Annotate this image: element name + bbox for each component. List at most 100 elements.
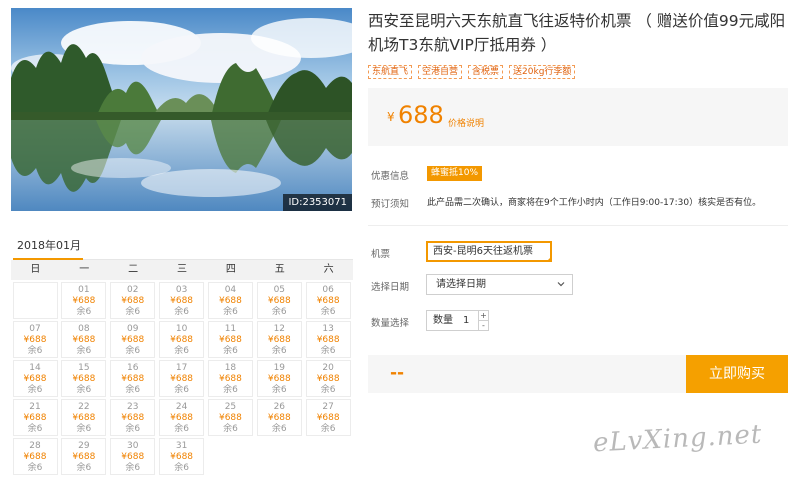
calendar-weekday-row: 日 一 二 三 四 五 六: [11, 260, 353, 280]
calendar-day-cell[interactable]: 31 ¥688 余6: [159, 438, 205, 475]
quantity-inner-label: 数量: [433, 315, 453, 326]
weekday-label: 三: [177, 264, 187, 275]
day-stock: 余6: [27, 385, 43, 395]
day-price: ¥688: [218, 413, 242, 423]
day-number: 06: [322, 285, 334, 295]
day-number: 10: [175, 324, 188, 334]
day-price: ¥688: [72, 452, 96, 462]
day-price: ¥688: [23, 452, 47, 462]
day-number: 08: [78, 324, 90, 334]
calendar-day-cell[interactable]: 26 ¥688 余6: [256, 399, 302, 436]
day-price: ¥688: [72, 374, 96, 384]
calendar-day-cell[interactable]: 15 ¥688 余6: [61, 360, 107, 397]
day-stock: 余6: [125, 424, 141, 434]
day-price: ¥688: [316, 413, 340, 423]
day-number: 04: [224, 285, 237, 295]
calendar-day-cell[interactable]: 27 ¥688 余6: [305, 399, 351, 436]
day-number: 31: [175, 441, 188, 451]
quantity-stepper[interactable]: 数量 1 + -: [426, 310, 489, 331]
calendar-day-cell[interactable]: 14 ¥688 余6: [12, 360, 58, 397]
date-select[interactable]: 请选择日期: [426, 274, 573, 295]
day-price: ¥688: [23, 374, 47, 384]
calendar-day-cell[interactable]: 24 ¥688 余6: [159, 399, 205, 436]
selected-corner-icon: [546, 256, 552, 262]
day-stock: 余6: [271, 424, 287, 434]
calendar-day-cell[interactable]: 21 ¥688 余6: [12, 399, 58, 436]
day-number: 28: [29, 441, 41, 451]
day-number: 25: [224, 402, 237, 412]
day-number: 12: [273, 324, 286, 334]
calendar-day-cell[interactable]: 09 ¥688 余6: [110, 321, 156, 358]
day-stock: 余6: [27, 463, 43, 473]
calendar-day-cell[interactable]: 20 ¥688 余6: [305, 360, 351, 397]
day-price: ¥688: [316, 296, 340, 306]
quantity-minus-button[interactable]: -: [478, 321, 488, 331]
product-title: 西安至昆明六天东航直飞往返特价机票 （ 赠送价值99元咸阳机场T3东航VIP厅抵…: [368, 12, 786, 54]
calendar-day-cell[interactable]: 08 ¥688 余6: [61, 321, 107, 358]
total-price: --: [390, 363, 405, 383]
day-stock: 余6: [27, 424, 43, 434]
promo-label: 优惠信息: [371, 171, 410, 182]
calendar-day-cell[interactable]: 18 ¥688 余6: [207, 360, 253, 397]
day-price: ¥688: [23, 413, 47, 423]
date-label: 选择日期: [371, 282, 410, 293]
day-number: 05: [273, 285, 286, 295]
price-note-link[interactable]: 价格说明: [448, 116, 484, 129]
day-price: ¥688: [121, 452, 145, 462]
day-number: 19: [273, 363, 286, 373]
quantity-plus-button[interactable]: +: [478, 311, 488, 321]
buy-now-button[interactable]: 立即购买: [686, 355, 788, 393]
day-stock: 余6: [320, 307, 336, 317]
calendar-month-tab[interactable]: 2018年01月: [13, 238, 83, 260]
ticket-label: 机票: [371, 249, 391, 260]
day-stock: 余6: [174, 463, 189, 473]
day-stock: 余6: [174, 307, 189, 317]
day-price: ¥688: [218, 374, 242, 384]
day-number: 18: [224, 363, 237, 373]
calendar-day-cell[interactable]: 12 ¥688 余6: [256, 321, 302, 358]
calendar-day-cell[interactable]: 05 ¥688 余6: [256, 282, 302, 319]
calendar-day-cell[interactable]: 03 ¥688 余6: [159, 282, 205, 319]
day-stock: 余6: [174, 424, 189, 434]
day-price: ¥688: [316, 335, 340, 345]
tag-badge: 含税票: [468, 65, 504, 79]
calendar-day-cell[interactable]: 22 ¥688 余6: [61, 399, 107, 436]
calendar-day-cell[interactable]: 07 ¥688 余6: [12, 321, 58, 358]
calendar-day-cell[interactable]: 02 ¥688 余6: [110, 282, 156, 319]
calendar-day-cell[interactable]: 28 ¥688 余6: [12, 438, 58, 475]
ticket-option[interactable]: 西安-昆明6天往返机票: [426, 241, 552, 262]
weekday-label: 六: [323, 264, 334, 275]
calendar-day-cell[interactable]: 06 ¥688 余6: [305, 282, 351, 319]
tag-badge: 空港自营: [418, 65, 463, 79]
day-number: 11: [224, 324, 237, 334]
calendar-day-cell[interactable]: 29 ¥688 余6: [61, 438, 107, 475]
price-box: ¥ 688 价格说明: [368, 88, 788, 146]
day-price: ¥688: [267, 413, 291, 423]
day-stock: 余6: [125, 385, 141, 395]
day-stock: 余6: [223, 385, 238, 395]
day-number: 27: [322, 402, 334, 412]
day-stock: 余6: [320, 424, 336, 434]
calendar-day-cell[interactable]: 17 ¥688 余6: [159, 360, 205, 397]
day-price: ¥688: [170, 452, 194, 462]
day-number: 09: [126, 324, 139, 334]
tag-badge: 东航直飞: [368, 65, 413, 79]
day-stock: 余6: [76, 385, 92, 395]
calendar-day-cell[interactable]: 13 ¥688 余6: [305, 321, 351, 358]
weekday-label: 一: [79, 264, 90, 275]
quantity-label: 数量选择: [371, 318, 410, 329]
quantity-value[interactable]: 1: [463, 311, 469, 330]
calendar-day-cell[interactable]: 04 ¥688 余6: [207, 282, 253, 319]
day-number: 26: [273, 402, 286, 412]
day-price: ¥688: [170, 374, 194, 384]
calendar-day-cell[interactable]: 11 ¥688 余6: [207, 321, 253, 358]
calendar-day-cell[interactable]: 19 ¥688 余6: [256, 360, 302, 397]
calendar-day-cell[interactable]: 01 ¥688 余6: [61, 282, 107, 319]
calendar-day-cell[interactable]: 16 ¥688 余6: [110, 360, 156, 397]
calendar-day-cell[interactable]: 25 ¥688 余6: [207, 399, 253, 436]
calendar-day-cell[interactable]: 23 ¥688 余6: [110, 399, 156, 436]
calendar-day-cell[interactable]: 30 ¥688 余6: [110, 438, 156, 475]
section-divider: [368, 225, 788, 226]
calendar-day-cell[interactable]: 10 ¥688 余6: [159, 321, 205, 358]
day-stock: 余6: [174, 346, 189, 356]
